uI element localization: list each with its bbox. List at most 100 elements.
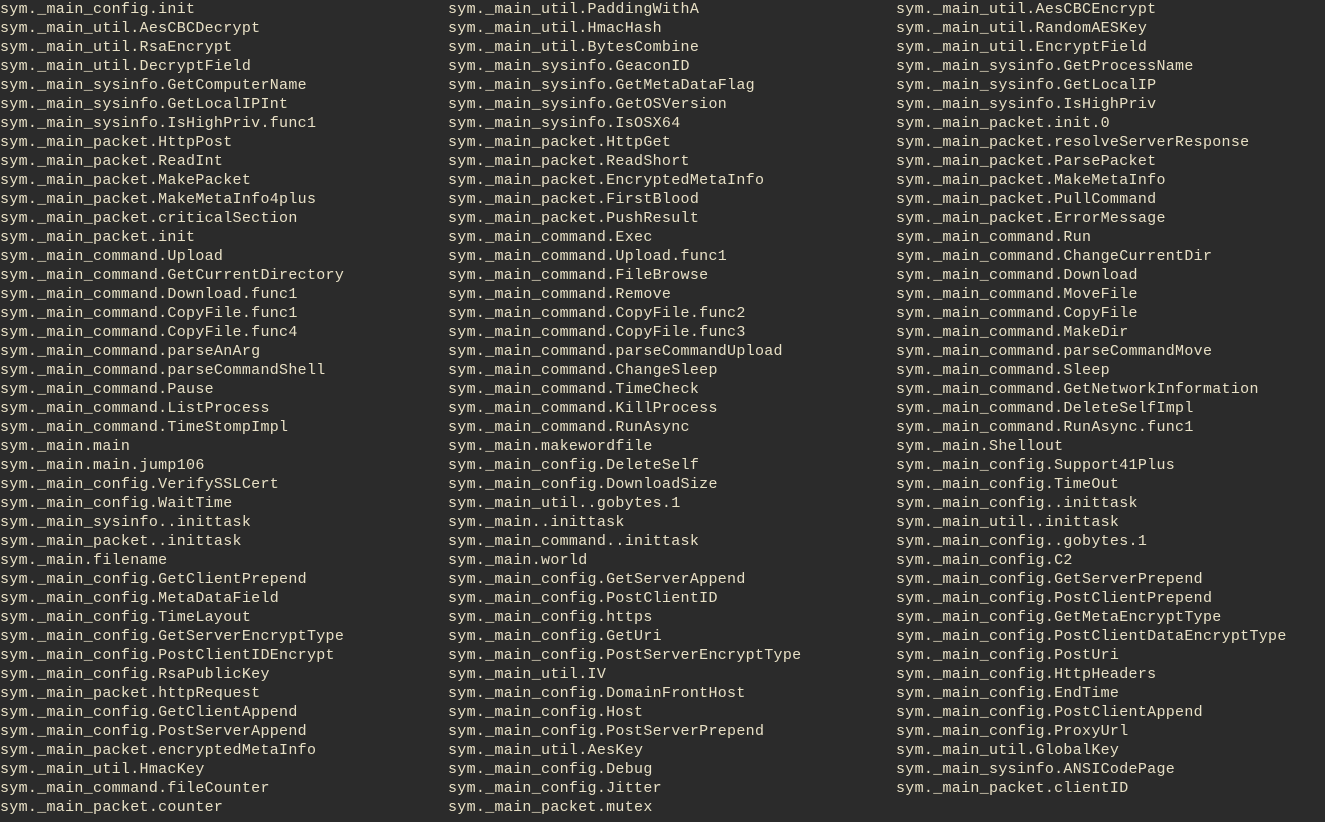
symbol-entry[interactable]: sym._main_command.fileCounter: [0, 779, 448, 798]
symbol-entry[interactable]: sym._main_config.EndTime: [896, 684, 1325, 703]
symbol-entry[interactable]: sym._main_sysinfo.GetComputerName: [0, 76, 448, 95]
symbol-entry[interactable]: sym._main_util.IV: [448, 665, 896, 684]
symbol-entry[interactable]: sym._main_util.BytesCombine: [448, 38, 896, 57]
symbol-entry[interactable]: sym._main_sysinfo.IsHighPriv: [896, 95, 1325, 114]
symbol-entry[interactable]: sym._main_config.VerifySSLCert: [0, 475, 448, 494]
symbol-entry[interactable]: sym._main_config.PostServerEncryptType: [448, 646, 896, 665]
symbol-entry[interactable]: sym._main_packet.MakePacket: [0, 171, 448, 190]
symbol-entry[interactable]: sym._main_config.GetClientAppend: [0, 703, 448, 722]
symbol-entry[interactable]: sym._main_config.GetClientPrepend: [0, 570, 448, 589]
symbol-entry[interactable]: sym._main_command.RunAsync: [448, 418, 896, 437]
symbol-entry[interactable]: sym._main_packet.EncryptedMetaInfo: [448, 171, 896, 190]
symbol-entry[interactable]: sym._main_packet.httpRequest: [0, 684, 448, 703]
symbol-entry[interactable]: sym._main_config.PostClientIDEncrypt: [0, 646, 448, 665]
symbol-entry[interactable]: sym._main_util.AesCBCDecrypt: [0, 19, 448, 38]
symbol-entry[interactable]: sym._main_packet.mutex: [448, 798, 896, 817]
symbol-entry[interactable]: sym._main_sysinfo.GetLocalIPInt: [0, 95, 448, 114]
symbol-entry[interactable]: sym._main_sysinfo.GetProcessName: [896, 57, 1325, 76]
symbol-entry[interactable]: sym._main_command.Upload.func1: [448, 247, 896, 266]
symbol-entry[interactable]: sym._main_config.MetaDataField: [0, 589, 448, 608]
symbol-entry[interactable]: sym._main.main.jump106: [0, 456, 448, 475]
symbol-entry[interactable]: sym._main_config.GetServerPrepend: [896, 570, 1325, 589]
symbol-entry[interactable]: sym._main_command.CopyFile.func1: [0, 304, 448, 323]
symbol-entry[interactable]: sym._main_config.GetServerAppend: [448, 570, 896, 589]
symbol-entry[interactable]: sym._main_command.ChangeCurrentDir: [896, 247, 1325, 266]
symbol-entry[interactable]: sym._main_config.PostClientAppend: [896, 703, 1325, 722]
symbol-entry[interactable]: sym._main_util.AesKey: [448, 741, 896, 760]
symbol-entry[interactable]: sym._main_util.DecryptField: [0, 57, 448, 76]
symbol-entry[interactable]: sym._main_packet.HttpGet: [448, 133, 896, 152]
symbol-entry[interactable]: sym._main_packet.resolveServerResponse: [896, 133, 1325, 152]
symbol-entry[interactable]: sym._main_command.ChangeSleep: [448, 361, 896, 380]
symbol-entry[interactable]: sym._main_command.CopyFile.func2: [448, 304, 896, 323]
symbol-entry[interactable]: sym._main_command.Pause: [0, 380, 448, 399]
symbol-entry[interactable]: sym._main..inittask: [448, 513, 896, 532]
symbol-entry[interactable]: sym._main_packet.MakeMetaInfo4plus: [0, 190, 448, 209]
symbol-entry[interactable]: sym._main_command.ListProcess: [0, 399, 448, 418]
symbol-entry[interactable]: sym._main_packet.encryptedMetaInfo: [0, 741, 448, 760]
symbol-entry[interactable]: sym._main_command.FileBrowse: [448, 266, 896, 285]
symbol-entry[interactable]: sym._main_command.Run: [896, 228, 1325, 247]
symbol-entry[interactable]: sym._main_sysinfo.IsHighPriv.func1: [0, 114, 448, 133]
symbol-entry[interactable]: sym._main_config.WaitTime: [0, 494, 448, 513]
symbol-entry[interactable]: sym._main.makewordfile: [448, 437, 896, 456]
symbol-entry[interactable]: sym._main_util.HmacKey: [0, 760, 448, 779]
symbol-entry[interactable]: sym._main_config.TimeOut: [896, 475, 1325, 494]
symbol-entry[interactable]: sym._main_sysinfo.GetLocalIP: [896, 76, 1325, 95]
symbol-entry[interactable]: sym._main_config.https: [448, 608, 896, 627]
symbol-entry[interactable]: sym._main_config.PostClientDataEncryptTy…: [896, 627, 1325, 646]
symbol-entry[interactable]: sym._main_config.GetUri: [448, 627, 896, 646]
symbol-entry[interactable]: sym._main_config.Support41Plus: [896, 456, 1325, 475]
symbol-entry[interactable]: sym._main_util.HmacHash: [448, 19, 896, 38]
symbol-entry[interactable]: sym._main_command.TimeCheck: [448, 380, 896, 399]
symbol-entry[interactable]: sym._main.world: [448, 551, 896, 570]
symbol-entry[interactable]: sym._main_command.parseCommandUpload: [448, 342, 896, 361]
symbol-entry[interactable]: sym._main.Shellout: [896, 437, 1325, 456]
symbol-entry[interactable]: sym._main_util.PaddingWithA: [448, 0, 896, 19]
symbol-entry[interactable]: sym._main_packet.PushResult: [448, 209, 896, 228]
symbol-entry[interactable]: sym._main.filename: [0, 551, 448, 570]
symbol-entry[interactable]: sym._main_util.RandomAESKey: [896, 19, 1325, 38]
symbol-entry[interactable]: sym._main_command.KillProcess: [448, 399, 896, 418]
symbol-entry[interactable]: sym._main_config.Debug: [448, 760, 896, 779]
symbol-entry[interactable]: sym._main_util.GlobalKey: [896, 741, 1325, 760]
symbol-entry[interactable]: sym._main_config.Jitter: [448, 779, 896, 798]
symbol-entry[interactable]: sym._main_packet.FirstBlood: [448, 190, 896, 209]
symbol-entry[interactable]: sym._main_config.ProxyUrl: [896, 722, 1325, 741]
symbol-entry[interactable]: sym._main_packet.clientID: [896, 779, 1325, 798]
symbol-entry[interactable]: sym._main_sysinfo..inittask: [0, 513, 448, 532]
symbol-entry[interactable]: sym._main_config.init: [0, 0, 448, 19]
symbol-entry[interactable]: sym._main_command.Exec: [448, 228, 896, 247]
symbol-entry[interactable]: sym._main_command.DeleteSelfImpl: [896, 399, 1325, 418]
symbol-entry[interactable]: sym._main_command.GetCurrentDirectory: [0, 266, 448, 285]
symbol-entry[interactable]: sym._main_util..inittask: [896, 513, 1325, 532]
symbol-entry[interactable]: sym._main_packet.ReadShort: [448, 152, 896, 171]
symbol-entry[interactable]: sym._main_command.RunAsync.func1: [896, 418, 1325, 437]
symbol-entry[interactable]: sym._main_config.PostClientID: [448, 589, 896, 608]
symbol-entry[interactable]: sym._main_util.RsaEncrypt: [0, 38, 448, 57]
symbol-entry[interactable]: sym._main.main: [0, 437, 448, 456]
symbol-entry[interactable]: sym._main_config.C2: [896, 551, 1325, 570]
symbol-entry[interactable]: sym._main_packet.init: [0, 228, 448, 247]
symbol-entry[interactable]: sym._main_config.TimeLayout: [0, 608, 448, 627]
symbol-entry[interactable]: sym._main_config.DownloadSize: [448, 475, 896, 494]
symbol-entry[interactable]: sym._main_command.parseCommandMove: [896, 342, 1325, 361]
symbol-entry[interactable]: sym._main_config..gobytes.1: [896, 532, 1325, 551]
symbol-entry[interactable]: sym._main_command.Remove: [448, 285, 896, 304]
symbol-entry[interactable]: sym._main_config.PostServerAppend: [0, 722, 448, 741]
symbol-entry[interactable]: sym._main_command.parseAnArg: [0, 342, 448, 361]
symbol-entry[interactable]: sym._main_packet.ReadInt: [0, 152, 448, 171]
symbol-entry[interactable]: sym._main_command.GetNetworkInformation: [896, 380, 1325, 399]
symbol-entry[interactable]: sym._main_config.HttpHeaders: [896, 665, 1325, 684]
symbol-entry[interactable]: sym._main_command.TimeStompImpl: [0, 418, 448, 437]
symbol-entry[interactable]: sym._main_util.EncryptField: [896, 38, 1325, 57]
symbol-entry[interactable]: sym._main_sysinfo.IsOSX64: [448, 114, 896, 133]
symbol-entry[interactable]: sym._main_config..inittask: [896, 494, 1325, 513]
symbol-entry[interactable]: sym._main_config.GetMetaEncryptType: [896, 608, 1325, 627]
symbol-entry[interactable]: sym._main_command.Sleep: [896, 361, 1325, 380]
symbol-entry[interactable]: sym._main_config.GetServerEncryptType: [0, 627, 448, 646]
symbol-entry[interactable]: sym._main_packet.PullCommand: [896, 190, 1325, 209]
symbol-entry[interactable]: sym._main_command.CopyFile: [896, 304, 1325, 323]
symbol-entry[interactable]: sym._main_command.CopyFile.func4: [0, 323, 448, 342]
symbol-entry[interactable]: sym._main_config.Host: [448, 703, 896, 722]
